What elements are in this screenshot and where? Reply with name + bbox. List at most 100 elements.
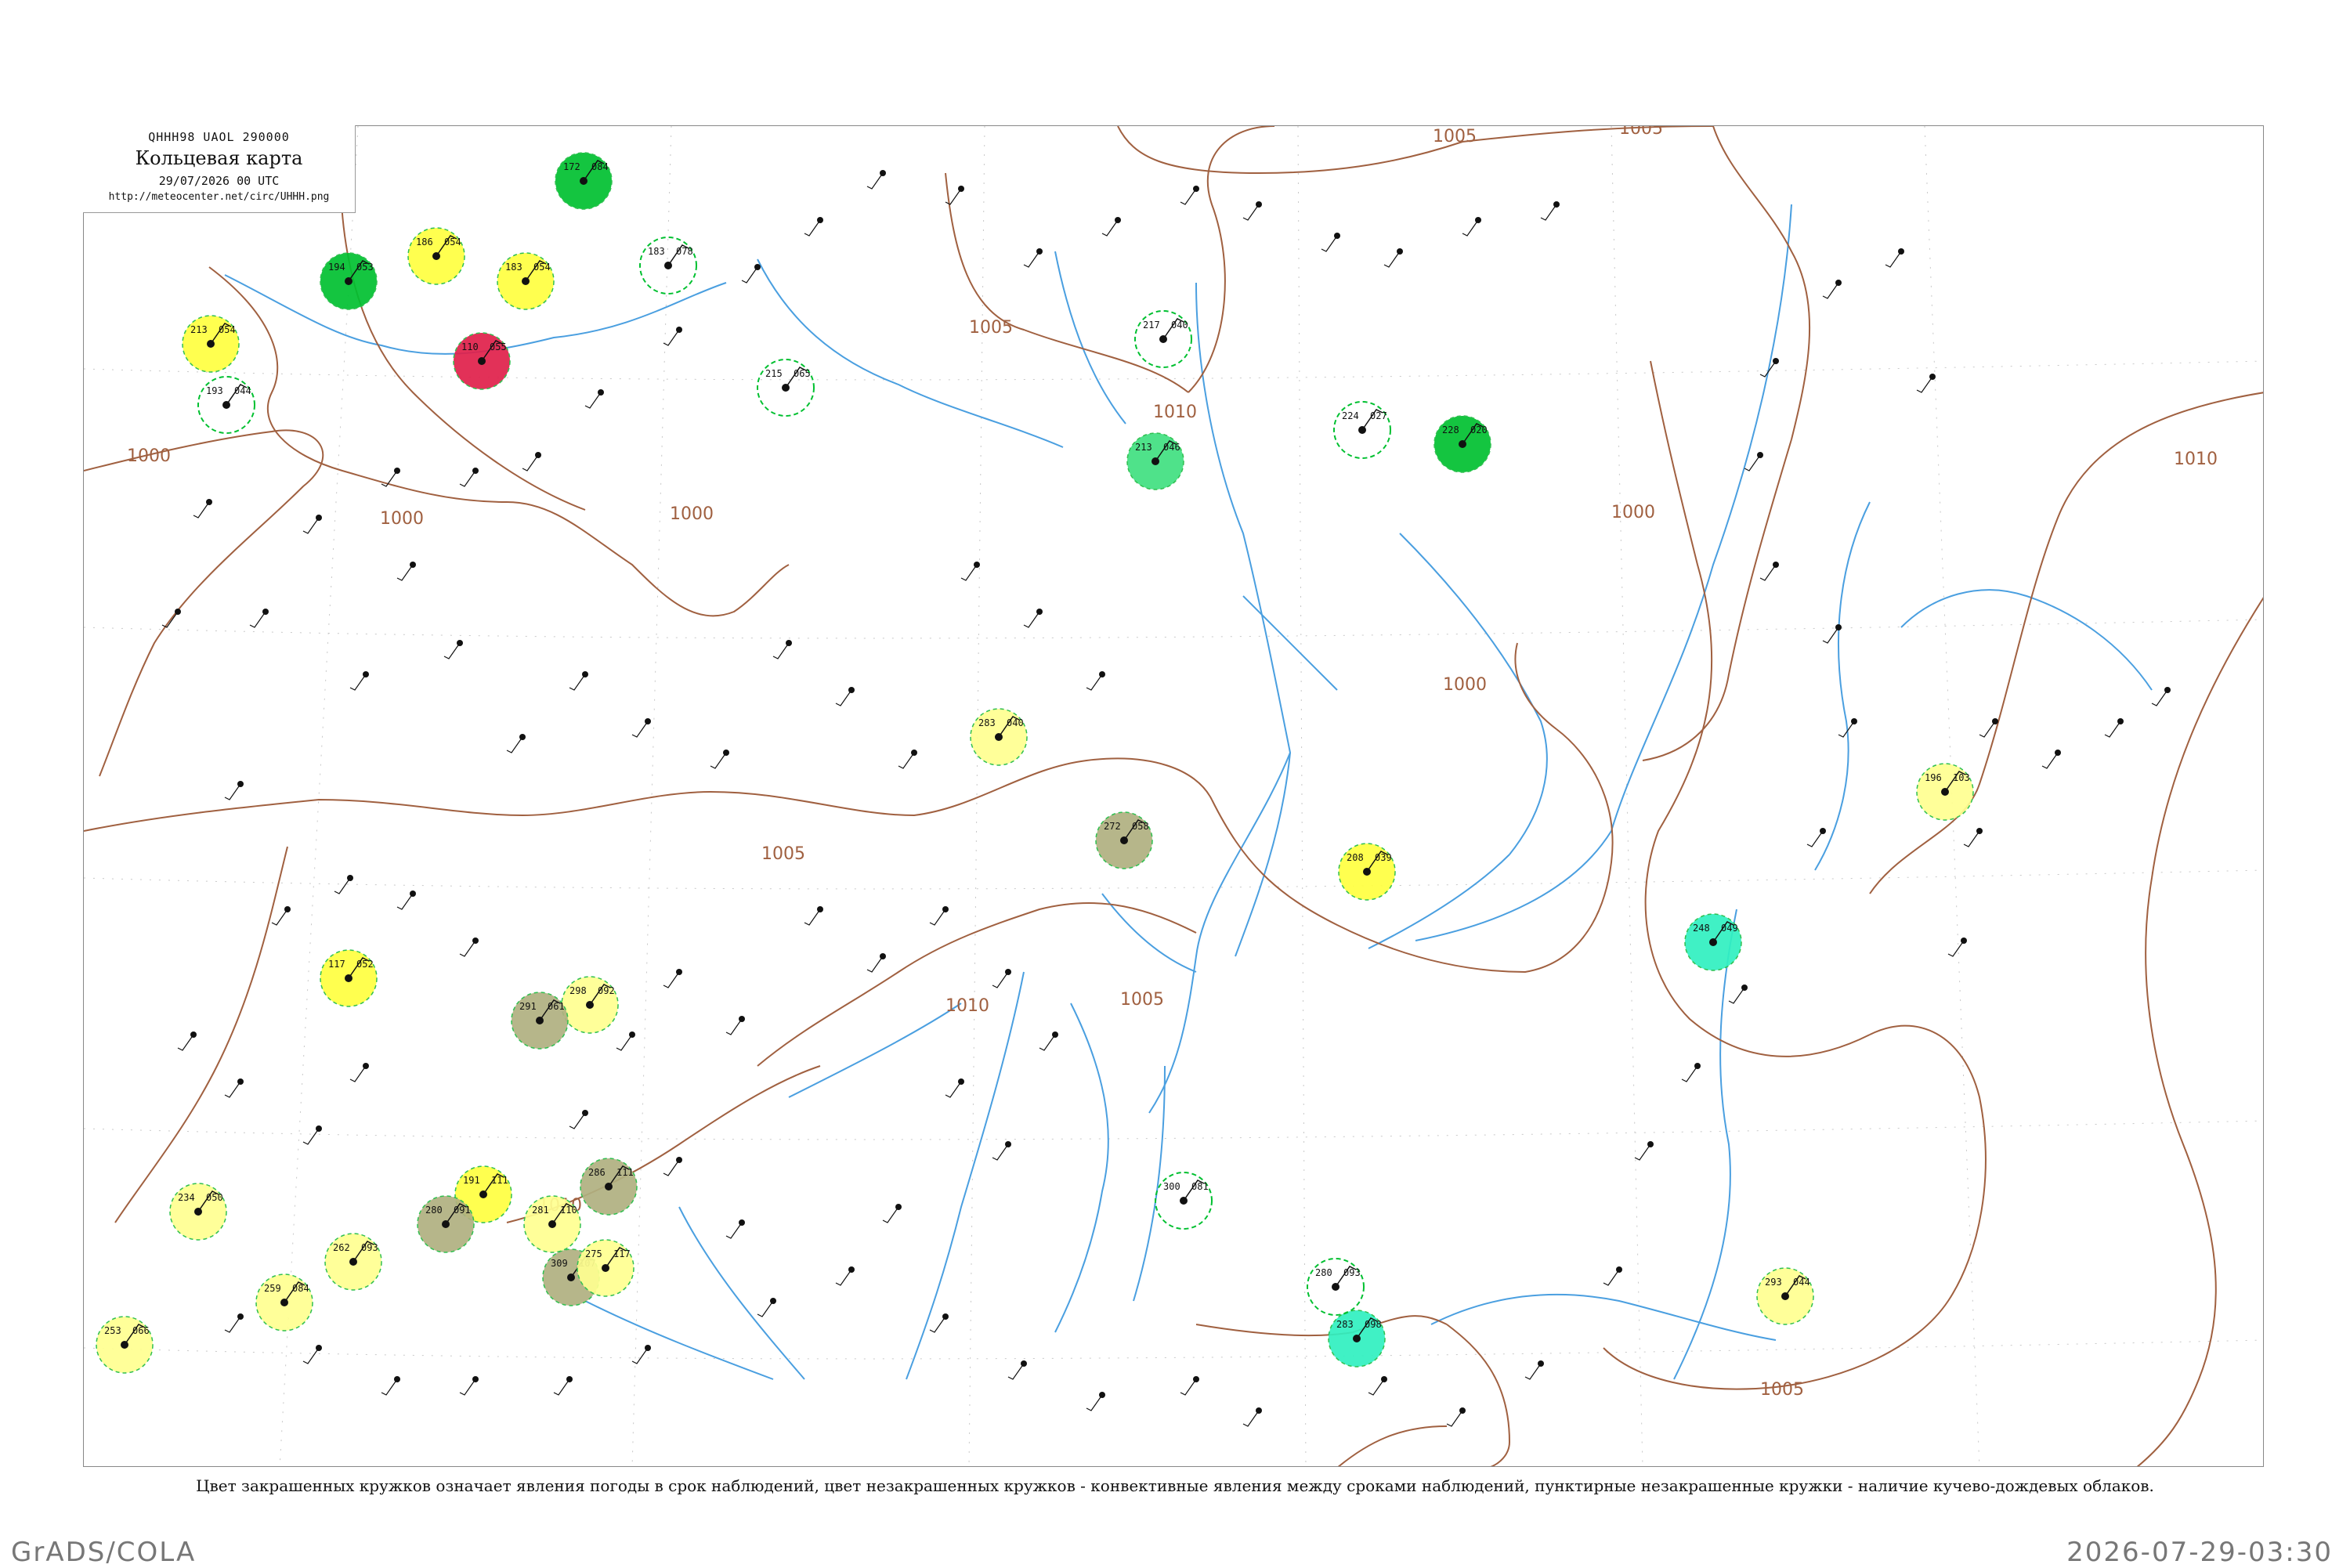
station-plot: 183 054: [497, 252, 555, 310]
minor-station: [1383, 248, 1403, 268]
isobar-label: 1000: [380, 509, 424, 529]
station-plot: 291 061: [511, 992, 569, 1050]
isobar-label: 1005: [969, 318, 1013, 338]
minor-station: [663, 327, 682, 346]
minor-station: [584, 389, 604, 409]
isobar-label: 1005: [1760, 1380, 1804, 1400]
temperature-value: 217: [1143, 320, 1160, 331]
station-plot: 193 044: [197, 376, 255, 434]
minor-station: [1885, 248, 1904, 268]
minor-station: [1180, 186, 1199, 205]
station-plot: 275 117: [577, 1239, 634, 1297]
temperature-value: 215: [765, 368, 783, 379]
map-title-box: QHHH98 UAOL 290000 Кольцевая карта 29/07…: [83, 125, 356, 213]
isobar-label: 1000: [127, 446, 171, 466]
temperature-value: 275: [585, 1248, 602, 1259]
station-plot: 186 054: [407, 227, 465, 285]
station-plot: 298 092: [561, 976, 619, 1034]
minor-station: [224, 1313, 244, 1333]
station-plot: 281 110: [523, 1195, 581, 1253]
minor-station: [772, 640, 792, 659]
bulletin-code: QHHH98 UAOL 290000: [148, 130, 290, 144]
minor-station: [1462, 217, 1481, 237]
temperature-value: 228: [1442, 425, 1459, 435]
station-plot: 213 054: [182, 315, 240, 373]
minor-station: [1728, 985, 1748, 1004]
isobar-label: 1005: [1433, 127, 1477, 146]
minor-station: [302, 1345, 322, 1364]
minor-station: [459, 468, 479, 487]
render-timestamp: 2026-07-29-03:30: [2066, 1537, 2333, 1568]
temperature-value: 283: [978, 717, 996, 728]
temperature-value: 213: [190, 324, 208, 335]
isobar-label: 1005: [1619, 126, 1663, 139]
minor-station: [1368, 1376, 1387, 1396]
minor-station: [1916, 374, 1936, 393]
minor-station: [2104, 718, 2124, 738]
temperature-value: 193: [206, 385, 223, 396]
map-source-url: http://meteocenter.net/circ/UHHH.png: [108, 191, 330, 203]
station-plot: 300 081: [1155, 1172, 1213, 1230]
station-plot: 172 084: [555, 152, 613, 210]
temperature-value: 186: [416, 237, 433, 247]
minor-station: [1023, 609, 1043, 628]
minor-station: [1086, 671, 1105, 691]
map-caption: Цвет закрашенных кружков означает явлени…: [196, 1476, 2154, 1495]
station-plot: 213 046: [1126, 432, 1184, 490]
minor-station: [725, 1016, 745, 1035]
station-plot: 224 027: [1333, 401, 1391, 459]
station-plot: 272 058: [1095, 811, 1153, 869]
temperature-value: 117: [328, 959, 345, 970]
minor-station: [1101, 217, 1121, 237]
temperature-value: 234: [178, 1192, 195, 1203]
temperature-value: 272: [1104, 821, 1121, 832]
minor-station: [835, 1266, 855, 1286]
minor-station: [302, 515, 322, 534]
minor-station: [381, 468, 400, 487]
temperature-value: 194: [328, 262, 345, 273]
temperature-value: 208: [1347, 852, 1364, 863]
minor-station: [1822, 280, 1842, 299]
minor-station: [616, 1031, 635, 1051]
minor-station: [1039, 1031, 1058, 1051]
minor-station: [249, 609, 269, 628]
station-plot: 228 020: [1434, 415, 1491, 473]
minor-station: [193, 499, 212, 518]
temperature-value: 172: [563, 161, 580, 172]
station-plot: 194 053: [320, 252, 378, 310]
station-plot: 183 078: [639, 237, 697, 294]
minor-station: [1963, 828, 1983, 847]
minor-station: [663, 969, 682, 988]
minor-station: [1007, 1360, 1027, 1380]
temperature-value: 253: [104, 1325, 121, 1336]
minor-station: [224, 1078, 244, 1098]
temperature-value: 248: [1693, 923, 1710, 934]
minor-station: [804, 906, 823, 926]
station-plot: 253 066: [96, 1316, 154, 1374]
station-plot: 293 044: [1756, 1267, 1814, 1325]
minor-station: [2151, 687, 2171, 706]
minor-station: [302, 1125, 322, 1145]
minor-station: [459, 938, 479, 957]
minor-station: [349, 1063, 369, 1082]
minor-station: [1806, 828, 1826, 847]
minor-station: [866, 953, 886, 973]
minor-station: [1634, 1141, 1654, 1161]
minor-station: [757, 1298, 776, 1317]
temperature-value: 224: [1342, 410, 1359, 421]
isobar-label: 1010: [2174, 450, 2218, 469]
temperature-value: 213: [1135, 442, 1152, 453]
minor-station: [882, 1204, 902, 1223]
minor-station: [2041, 750, 2061, 769]
minor-station: [396, 562, 416, 581]
map-canvas: 1000 1000 1000 1005 1005 1005 1005 1010 …: [84, 126, 2263, 1466]
minor-station: [898, 750, 917, 769]
minor-station: [177, 1031, 197, 1051]
minor-station: [866, 170, 886, 190]
minor-station: [1540, 201, 1560, 221]
minor-station: [992, 969, 1011, 988]
isobar-label: 1010: [1153, 403, 1197, 422]
temperature-value: 309: [551, 1258, 568, 1269]
isobar-label: 1010: [945, 996, 989, 1016]
map-date: 29/07/2026 00 UTC: [158, 174, 280, 188]
